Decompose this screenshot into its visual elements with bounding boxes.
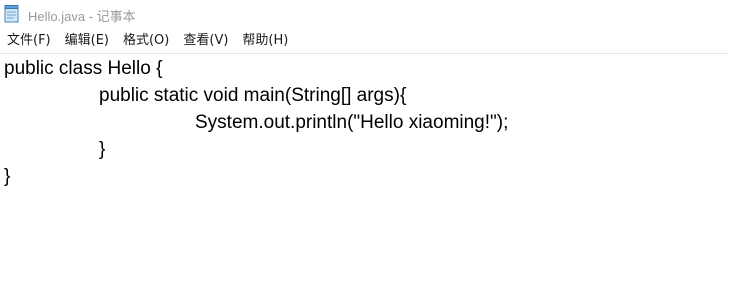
menu-format[interactable]: 格式(O) [118,30,174,52]
code-line-1: public class Hello { [4,58,163,79]
code-line-4: } [99,139,106,160]
menu-bar: 文件(F) 编辑(E) 格式(O) 查看(V) 帮助(H) [0,30,729,52]
code-line-2: public static void main(String[] args){ [99,85,407,106]
text-editor-area[interactable]: public class Hello { public static void … [0,54,729,295]
notepad-icon [4,5,20,23]
notepad-window: Hello.java - 记事本 文件(F) 编辑(E) 格式(O) 查看(V)… [0,0,729,295]
menu-edit[interactable]: 编辑(E) [60,30,114,52]
menu-help[interactable]: 帮助(H) [237,30,293,52]
code-line-5: } [4,166,11,187]
title-bar[interactable]: Hello.java - 记事本 [0,0,729,30]
menu-view[interactable]: 查看(V) [178,30,233,52]
menu-file[interactable]: 文件(F) [2,30,56,52]
code-line-3: System.out.println("Hello xiaoming!"); [195,112,509,133]
window-title: Hello.java - 记事本 [28,9,136,24]
